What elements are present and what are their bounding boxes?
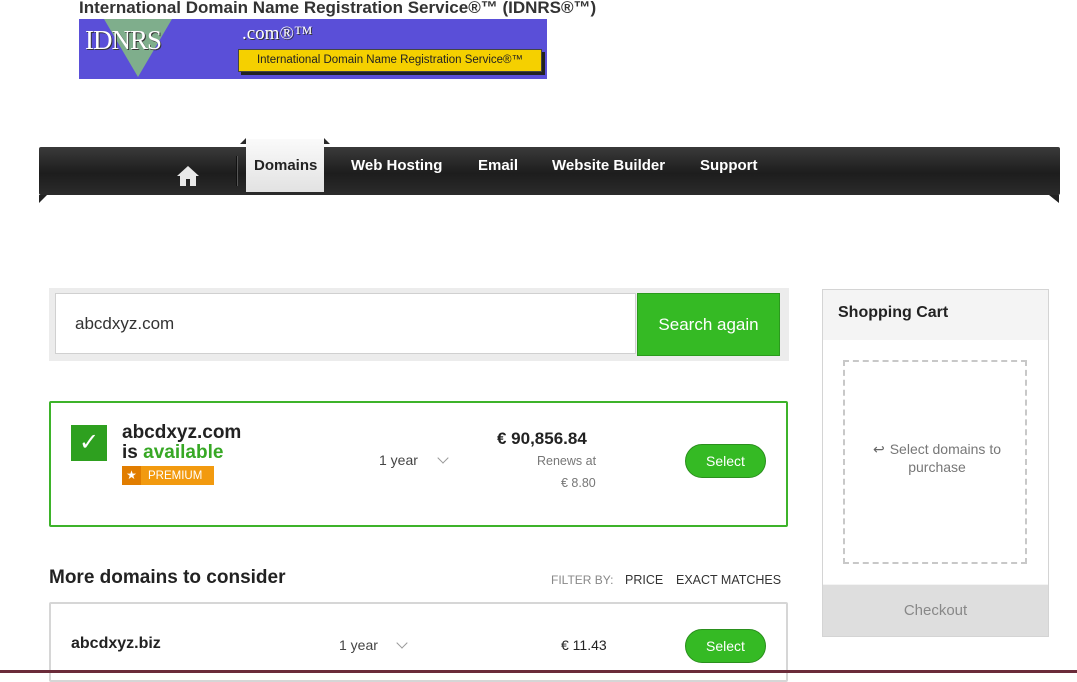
more-domains-title: More domains to consider xyxy=(49,567,286,588)
status-prefix: is xyxy=(122,442,138,463)
search-again-button[interactable]: Search again xyxy=(637,293,780,356)
cart-hint-text: Select domains to purchase xyxy=(889,441,1002,475)
premium-badge: ★ PREMIUM xyxy=(122,466,214,485)
filter-by-label: FILTER BY: xyxy=(551,573,614,587)
cart-hint: ↩ Select domains to purchase xyxy=(859,440,1015,476)
logo-mark: IDNRS xyxy=(85,25,162,55)
idnrs-logo[interactable]: IDNRS .com®™ International Domain Name R… xyxy=(79,19,547,79)
logo-tagline: International Domain Name Registration S… xyxy=(238,49,542,72)
filter-price[interactable]: PRICE xyxy=(625,573,663,587)
row-term-select[interactable]: 1 year xyxy=(339,637,378,653)
nav-divider xyxy=(236,156,238,186)
logo-suffix: .com®™ xyxy=(242,23,313,44)
filter-exact-matches[interactable]: EXACT MATCHES xyxy=(676,573,781,587)
renews-price: € 8.80 xyxy=(561,476,596,490)
row-select-button[interactable]: Select xyxy=(685,629,766,663)
cart-title: Shopping Cart xyxy=(838,304,949,321)
nav-item-support[interactable]: Support xyxy=(700,157,758,174)
site-title: International Domain Name Registration S… xyxy=(79,0,597,17)
nav-item-website-builder[interactable]: Website Builder xyxy=(552,157,665,174)
home-icon[interactable] xyxy=(176,165,200,187)
nav-item-domains[interactable]: Domains xyxy=(254,157,317,174)
nav-ribbon-right xyxy=(1049,195,1059,203)
reply-arrow-icon: ↩ xyxy=(872,441,885,457)
status-available: available xyxy=(143,442,224,463)
term-select[interactable]: 1 year xyxy=(379,452,418,468)
checkout-button[interactable]: Checkout xyxy=(823,585,1048,636)
nav-item-email[interactable]: Email xyxy=(478,157,518,174)
star-icon: ★ xyxy=(122,466,141,485)
renews-label: Renews at xyxy=(537,454,597,468)
checkmark-icon: ✓ xyxy=(71,425,107,461)
nav-item-web-hosting[interactable]: Web Hosting xyxy=(351,157,442,174)
result-price: € 90,856.84 xyxy=(497,429,587,448)
premium-label: PREMIUM xyxy=(148,470,203,482)
select-button[interactable]: Select xyxy=(685,444,766,478)
availability-status: is available xyxy=(122,442,223,464)
result-domain-name: abcdxyz.com xyxy=(122,422,242,443)
row-price: € 11.43 xyxy=(561,637,607,653)
result-card xyxy=(49,401,788,527)
nav-ribbon-left xyxy=(39,195,47,203)
domain-search-input[interactable] xyxy=(55,293,636,354)
row-domain-name: abcdxyz.biz xyxy=(71,635,161,652)
